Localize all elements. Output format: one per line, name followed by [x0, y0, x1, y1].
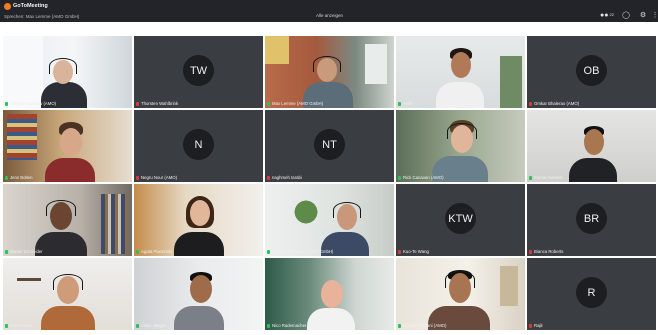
- mic-icon: [398, 323, 401, 328]
- mic-muted-icon: [136, 101, 139, 106]
- participant-tile[interactable]: KTW Kuo-Te Wang: [396, 184, 525, 256]
- participant-name: Omkar Bhalerao (AMO): [534, 101, 580, 106]
- mic-muted-icon: [529, 323, 532, 328]
- participant-name: naghmeh tarabi: [272, 175, 302, 180]
- chat-icon[interactable]: ◯: [621, 11, 631, 19]
- mic-icon: [5, 249, 8, 254]
- participant-tile[interactable]: Nico Rademacher: [265, 258, 394, 330]
- gear-icon[interactable]: ⚙: [638, 11, 648, 19]
- meeting-window: GoToMeeting Sprechen: Max Lemme (AMO Gmb…: [0, 0, 658, 335]
- participant-count: 22: [609, 12, 614, 17]
- participant-name: Kuo-Te Wang: [403, 249, 429, 254]
- participant-grid: Stephan Suckow (AMO) TW Thorsten Wahlbri…: [3, 36, 656, 332]
- avatar: TW: [183, 55, 214, 86]
- mic-muted-icon: [136, 175, 139, 180]
- participant-name: Arab: [403, 101, 413, 106]
- mic-icon: [398, 101, 401, 106]
- participants-icon[interactable]: ●● 22: [600, 11, 614, 19]
- participant-name: Agata Piacentini: [141, 249, 173, 254]
- mic-icon: [398, 175, 401, 180]
- participant-name: Nico Rademacher: [272, 323, 307, 328]
- mic-icon: [136, 249, 139, 254]
- mic-icon: [5, 323, 8, 328]
- participant-tile[interactable]: Max Lemme (AMO GmbH): [265, 36, 394, 108]
- participant-name: Daniel Schneider: [10, 249, 43, 254]
- participant-name: Jens Bolten: [10, 175, 33, 180]
- participant-tile[interactable]: Jens Bolten: [3, 110, 132, 182]
- participant-name: Ahmed Malkani (AMO): [403, 323, 447, 328]
- avatar: BR: [576, 203, 607, 234]
- mic-icon: [267, 249, 270, 254]
- avatar: R: [576, 277, 607, 308]
- participant-name: Rick Canavan (AMO): [403, 175, 444, 180]
- participant-name: Rajit: [534, 323, 543, 328]
- participant-name: Vikas Jangra: [141, 323, 166, 328]
- participant-tile[interactable]: Arab: [396, 36, 525, 108]
- participant-tile[interactable]: Daniel Schneider: [3, 184, 132, 256]
- participant-name: Stephan Suckow (AMO): [10, 101, 57, 106]
- mic-muted-icon: [529, 249, 532, 254]
- participant-name: Kumar Avinash: [534, 175, 563, 180]
- participant-name: Enis Rusen: [10, 323, 32, 328]
- participant-tile[interactable]: NT naghmeh tarabi: [265, 110, 394, 182]
- participant-tile[interactable]: OB Omkar Bhalerao (AMO): [527, 36, 656, 108]
- gotomeeting-logo-icon: [4, 3, 11, 10]
- participant-tile[interactable]: Stephan Suckow (AMO): [3, 36, 132, 108]
- mic-icon: [267, 323, 270, 328]
- participant-tile[interactable]: Vikas Jangra: [134, 258, 263, 330]
- mic-icon: [267, 101, 270, 106]
- more-icon[interactable]: ⋮: [652, 11, 658, 19]
- participant-name: Negru Nour (AMO): [141, 175, 178, 180]
- participant-tile[interactable]: Ahmed Malkani (AMO): [396, 258, 525, 330]
- mic-muted-icon: [398, 249, 401, 254]
- mic-icon: [136, 323, 139, 328]
- active-speaker-text: Sprechen: Max Lemme (AMO GmbH): [4, 14, 80, 19]
- participant-tile[interactable]: TW Thorsten Wahlbrink: [134, 36, 263, 108]
- avatar: NT: [314, 129, 345, 160]
- participant-name: Shayan Parhizkar (AMO GmbH): [272, 249, 334, 254]
- mic-muted-icon: [529, 101, 532, 106]
- participant-tile[interactable]: Kumar Avinash: [527, 110, 656, 182]
- avatar: N: [183, 129, 214, 160]
- participant-tile[interactable]: Agata Piacentini: [134, 184, 263, 256]
- title-bar: GoToMeeting Sprechen: Max Lemme (AMO Gmb…: [0, 0, 658, 22]
- app-name[interactable]: GoToMeeting: [13, 3, 48, 9]
- show-all-button[interactable]: Alle anzeigen: [316, 13, 343, 18]
- participant-tile[interactable]: R Rajit: [527, 258, 656, 330]
- mic-icon: [529, 175, 532, 180]
- participant-tile[interactable]: N Negru Nour (AMO): [134, 110, 263, 182]
- participant-tile[interactable]: Enis Rusen: [3, 258, 132, 330]
- participant-tile[interactable]: BR Bianca Roberts: [527, 184, 656, 256]
- avatar: OB: [576, 55, 607, 86]
- mic-icon: [5, 101, 8, 106]
- participant-tile[interactable]: Shayan Parhizkar (AMO GmbH): [265, 184, 394, 256]
- participant-tile[interactable]: Rick Canavan (AMO): [396, 110, 525, 182]
- participant-name: Max Lemme (AMO GmbH): [272, 101, 324, 106]
- mic-muted-icon: [267, 175, 270, 180]
- participant-name: Thorsten Wahlbrink: [141, 101, 179, 106]
- participant-name: Bianca Roberts: [534, 249, 564, 254]
- avatar: KTW: [445, 203, 476, 234]
- mic-icon: [5, 175, 8, 180]
